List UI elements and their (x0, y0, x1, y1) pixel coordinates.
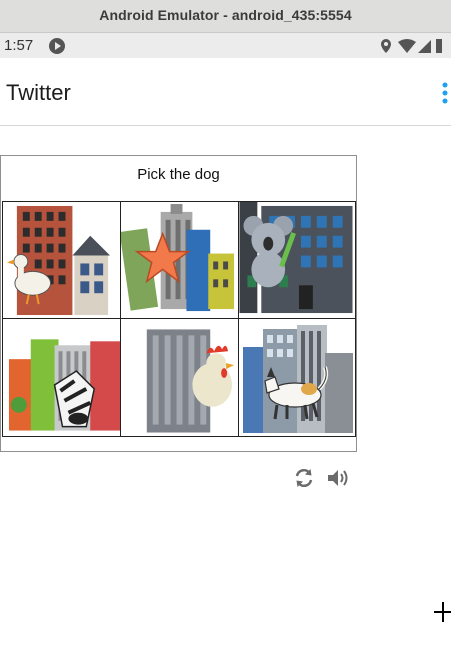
captcha-tile-dog[interactable] (239, 319, 355, 436)
refresh-icon[interactable] (292, 466, 316, 490)
captcha-grid (2, 201, 356, 437)
captcha-tile-starfish[interactable] (121, 202, 239, 319)
signal-icon (418, 40, 431, 53)
location-icon (381, 39, 391, 53)
cursor-crosshair-icon (434, 602, 451, 622)
captcha-tile-zebra[interactable] (3, 319, 121, 436)
app-title: Twitter (6, 80, 71, 105)
overflow-menu-icon[interactable] (441, 82, 449, 104)
status-icons (376, 38, 451, 54)
captcha-tile-rooster[interactable] (121, 319, 239, 436)
captcha-widget: Pick the dog (0, 155, 357, 452)
captcha-prompt: Pick the dog (137, 166, 220, 183)
status-time: 1:57 (4, 37, 34, 54)
captcha-tile-duck[interactable] (3, 202, 121, 319)
window-title: Android Emulator - android_435:5554 (99, 7, 352, 23)
app-bar: Twitter (0, 58, 451, 126)
window-titlebar: Android Emulator - android_435:5554 (0, 0, 451, 33)
battery-icon (436, 39, 442, 53)
wifi-icon (398, 39, 416, 53)
screen-record-icon (48, 37, 66, 60)
speaker-icon[interactable] (326, 466, 350, 490)
status-bar: 1:57 (0, 33, 451, 58)
captcha-tile-koala[interactable] (239, 202, 355, 319)
